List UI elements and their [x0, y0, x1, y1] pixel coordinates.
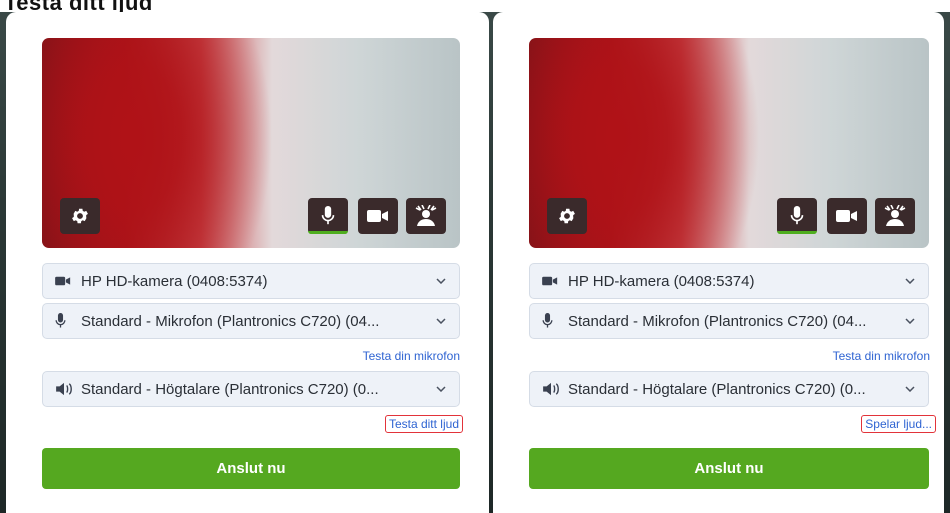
speaker-select[interactable]: Standard - Högtalare (Plantronics C720) … [42, 371, 460, 407]
background-effects-button[interactable] [875, 198, 915, 234]
mic-level-indicator [777, 231, 817, 234]
microphone-icon [321, 206, 335, 225]
gear-icon [72, 208, 88, 224]
video-camera-icon [55, 276, 71, 286]
microphone-icon [790, 206, 804, 225]
speaker-select[interactable]: Standard - Högtalare (Plantronics C720) … [529, 371, 929, 407]
test-sound-link[interactable]: Testa ditt ljud [384, 415, 463, 433]
speaker-icon [543, 382, 559, 396]
chevron-down-icon [905, 278, 915, 284]
test-microphone-link[interactable]: Testa din mikrofon [833, 349, 930, 363]
speaker-select-value: Standard - Högtalare (Plantronics C720) … [81, 380, 379, 398]
speaker-icon [56, 382, 72, 396]
microphone-toggle-button[interactable] [308, 198, 348, 234]
background-effects-icon [884, 205, 906, 226]
device-setup-panel-after: HP HD-kamera (0408:5374) Standard - Mikr… [493, 12, 944, 513]
video-camera-icon [367, 210, 388, 222]
chevron-down-icon [436, 278, 446, 284]
mic-level-indicator [308, 231, 348, 234]
connect-now-button[interactable]: Anslut nu [42, 448, 460, 489]
chevron-down-icon [905, 318, 915, 324]
device-setup-panel-before: HP HD-kamera (0408:5374) Standard - Mikr… [6, 12, 489, 513]
video-camera-icon [836, 210, 857, 222]
gear-icon [559, 208, 575, 224]
chevron-down-icon [905, 386, 915, 392]
top-strip: Testa ditt ljud [0, 0, 950, 15]
settings-button[interactable] [547, 198, 587, 234]
camera-preview [42, 38, 460, 248]
background-effects-button[interactable] [406, 198, 446, 234]
microphone-select-value: Standard - Mikrofon (Plantronics C720) (… [81, 312, 380, 330]
microphone-icon [55, 313, 66, 328]
settings-button[interactable] [60, 198, 100, 234]
camera-select-value: HP HD-kamera (0408:5374) [81, 272, 268, 290]
video-camera-icon [542, 276, 558, 286]
connect-now-button[interactable]: Anslut nu [529, 448, 929, 489]
camera-toggle-button[interactable] [827, 198, 867, 234]
microphone-toggle-button[interactable] [777, 198, 817, 234]
chevron-down-icon [436, 318, 446, 324]
background-effects-icon [415, 205, 437, 226]
microphone-select[interactable]: Standard - Mikrofon (Plantronics C720) (… [529, 303, 929, 339]
speaker-select-value: Standard - Högtalare (Plantronics C720) … [568, 380, 866, 398]
microphone-select-value: Standard - Mikrofon (Plantronics C720) (… [568, 312, 867, 330]
microphone-select[interactable]: Standard - Mikrofon (Plantronics C720) (… [42, 303, 460, 339]
microphone-icon [542, 313, 553, 328]
camera-select[interactable]: HP HD-kamera (0408:5374) [529, 263, 929, 299]
camera-select-value: HP HD-kamera (0408:5374) [568, 272, 755, 290]
chevron-down-icon [436, 386, 446, 392]
camera-preview [529, 38, 929, 248]
playing-sound-link[interactable]: Spelar ljud... [861, 415, 936, 433]
camera-toggle-button[interactable] [358, 198, 398, 234]
test-microphone-link[interactable]: Testa din mikrofon [363, 349, 460, 363]
camera-select[interactable]: HP HD-kamera (0408:5374) [42, 263, 460, 299]
